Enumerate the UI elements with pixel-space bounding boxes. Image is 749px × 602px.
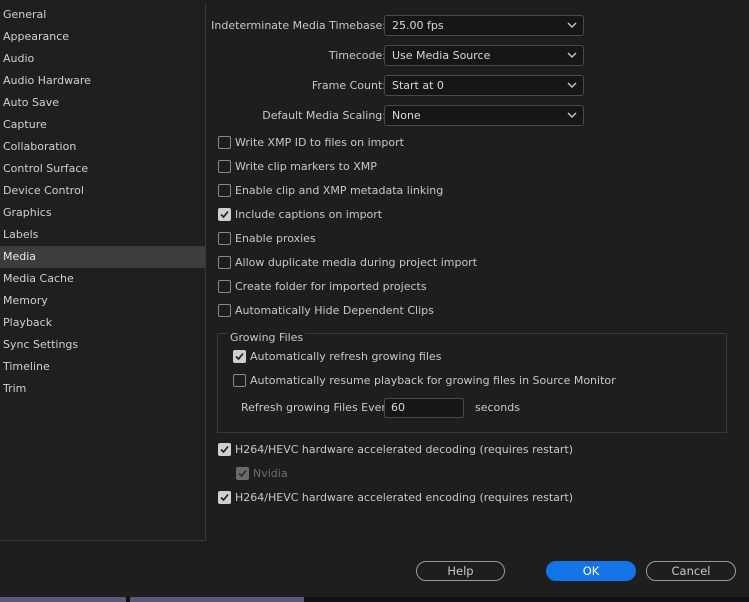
sidebar-item-timeline[interactable]: Timeline — [0, 356, 205, 378]
create-folder-option[interactable]: Create folder for imported projects — [218, 278, 427, 296]
sidebar-item-trim[interactable]: Trim — [0, 378, 205, 400]
captions-option[interactable]: Include captions on import — [218, 206, 382, 224]
scaling-label: Default Media Scaling: — [262, 109, 386, 122]
timecode-value: Use Media Source — [392, 49, 491, 62]
clip-markers-label: Write clip markers to XMP — [235, 160, 377, 173]
auto-resume-checkbox[interactable] — [233, 373, 246, 387]
xmp-id-checkbox[interactable] — [218, 135, 231, 149]
preferences-category-list: General Appearance Audio Audio Hardware … — [0, 4, 206, 541]
sidebar-item-control-surface[interactable]: Control Surface — [0, 158, 205, 180]
metadata-linking-label: Enable clip and XMP metadata linking — [235, 184, 444, 197]
growing-files-title: Growing Files — [228, 331, 306, 344]
captions-checkbox[interactable] — [218, 207, 231, 221]
auto-resume-label: Automatically resume playback for growin… — [250, 374, 616, 387]
sidebar-item-audio-hardware[interactable]: Audio Hardware — [0, 70, 205, 92]
refresh-interval-unit: seconds — [475, 401, 520, 414]
proxies-option[interactable]: Enable proxies — [218, 230, 316, 248]
checkmark-icon — [235, 352, 244, 360]
hw-encoding-option[interactable]: H264/HEVC hardware accelerated encoding … — [218, 489, 573, 507]
chevron-down-icon — [567, 112, 577, 118]
help-button[interactable]: Help — [416, 561, 505, 581]
xmp-id-label: Write XMP ID to files on import — [235, 136, 404, 149]
sidebar-item-auto-save[interactable]: Auto Save — [0, 92, 205, 114]
refresh-interval-label: Refresh growing Files Every — [241, 401, 393, 414]
sidebar-item-appearance[interactable]: Appearance — [0, 26, 205, 48]
hw-encoding-label: H264/HEVC hardware accelerated encoding … — [235, 491, 574, 504]
sidebar-item-graphics[interactable]: Graphics — [0, 202, 205, 224]
taskbar-button[interactable] — [130, 597, 304, 602]
hide-dependent-option[interactable]: Automatically Hide Dependent Clips — [218, 302, 434, 320]
duplicate-media-checkbox[interactable] — [218, 255, 231, 269]
sidebar-item-audio[interactable]: Audio — [0, 48, 205, 70]
hw-decoding-option[interactable]: H264/HEVC hardware accelerated decoding … — [218, 441, 573, 459]
captions-label: Include captions on import — [235, 208, 383, 221]
create-folder-label: Create folder for imported projects — [235, 280, 427, 293]
proxies-label: Enable proxies — [235, 232, 316, 245]
hide-dependent-label: Automatically Hide Dependent Clips — [235, 304, 434, 317]
timecode-select[interactable]: Use Media Source — [384, 45, 584, 66]
metadata-linking-option[interactable]: Enable clip and XMP metadata linking — [218, 182, 443, 200]
hide-dependent-checkbox[interactable] — [218, 303, 231, 317]
create-folder-checkbox[interactable] — [218, 279, 231, 293]
timecode-label: Timecode: — [328, 49, 386, 62]
checkmark-icon — [220, 493, 229, 501]
chevron-down-icon — [567, 52, 577, 58]
nvidia-option: Nvidia — [236, 465, 288, 483]
nvidia-label: Nvidia — [253, 467, 288, 480]
timebase-value: 25.00 fps — [392, 19, 444, 32]
xmp-id-option[interactable]: Write XMP ID to files on import — [218, 134, 404, 152]
ok-button[interactable]: OK — [546, 561, 636, 581]
sidebar-item-playback[interactable]: Playback — [0, 312, 205, 334]
auto-refresh-checkbox[interactable] — [233, 349, 246, 363]
duplicate-media-label: Allow duplicate media during project imp… — [235, 256, 478, 269]
sidebar-item-media-cache[interactable]: Media Cache — [0, 268, 205, 290]
sidebar-item-labels[interactable]: Labels — [0, 224, 205, 246]
timebase-row: Indeterminate Media Timebase: 25.00 fps — [210, 15, 590, 37]
clip-markers-option[interactable]: Write clip markers to XMP — [218, 158, 377, 176]
hw-encoding-checkbox[interactable] — [218, 490, 231, 504]
metadata-linking-checkbox[interactable] — [218, 183, 231, 197]
sidebar-item-capture[interactable]: Capture — [0, 114, 205, 136]
frame-count-row: Frame Count: Start at 0 — [210, 75, 590, 97]
cancel-button[interactable]: Cancel — [646, 561, 736, 581]
clip-markers-checkbox[interactable] — [218, 159, 231, 173]
sidebar-item-general[interactable]: General — [0, 4, 205, 26]
hw-decoding-label: H264/HEVC hardware accelerated decoding … — [235, 443, 574, 456]
auto-resume-option[interactable]: Automatically resume playback for growin… — [233, 372, 616, 390]
chevron-down-icon — [567, 82, 577, 88]
chevron-down-icon — [567, 22, 577, 28]
scaling-row: Default Media Scaling: None — [210, 105, 590, 127]
nvidia-checkbox — [236, 466, 249, 480]
checkmark-icon — [220, 210, 229, 218]
sidebar-item-collaboration[interactable]: Collaboration — [0, 136, 205, 158]
timebase-label: Indeterminate Media Timebase: — [211, 19, 386, 32]
checkmark-icon — [238, 469, 247, 477]
frame-count-value: Start at 0 — [392, 79, 444, 92]
sidebar-item-memory[interactable]: Memory — [0, 290, 205, 312]
checkmark-icon — [220, 445, 229, 453]
duplicate-media-option[interactable]: Allow duplicate media during project imp… — [218, 254, 477, 272]
sidebar-item-device-control[interactable]: Device Control — [0, 180, 205, 202]
timecode-row: Timecode: Use Media Source — [210, 45, 590, 67]
auto-refresh-label: Automatically refresh growing files — [250, 350, 442, 363]
frame-count-select[interactable]: Start at 0 — [384, 75, 584, 96]
refresh-interval-input[interactable]: 60 — [384, 398, 464, 418]
scaling-value: None — [392, 109, 421, 122]
sidebar-item-media[interactable]: Media — [0, 246, 205, 268]
timebase-select[interactable]: 25.00 fps — [384, 15, 584, 36]
frame-count-label: Frame Count: — [311, 79, 386, 92]
taskbar-button[interactable] — [0, 597, 126, 602]
taskbar-strip — [0, 597, 749, 602]
auto-refresh-option[interactable]: Automatically refresh growing files — [233, 348, 441, 366]
hw-decoding-checkbox[interactable] — [218, 442, 231, 456]
proxies-checkbox[interactable] — [218, 231, 231, 245]
scaling-select[interactable]: None — [384, 105, 584, 126]
sidebar-item-sync-settings[interactable]: Sync Settings — [0, 334, 205, 356]
